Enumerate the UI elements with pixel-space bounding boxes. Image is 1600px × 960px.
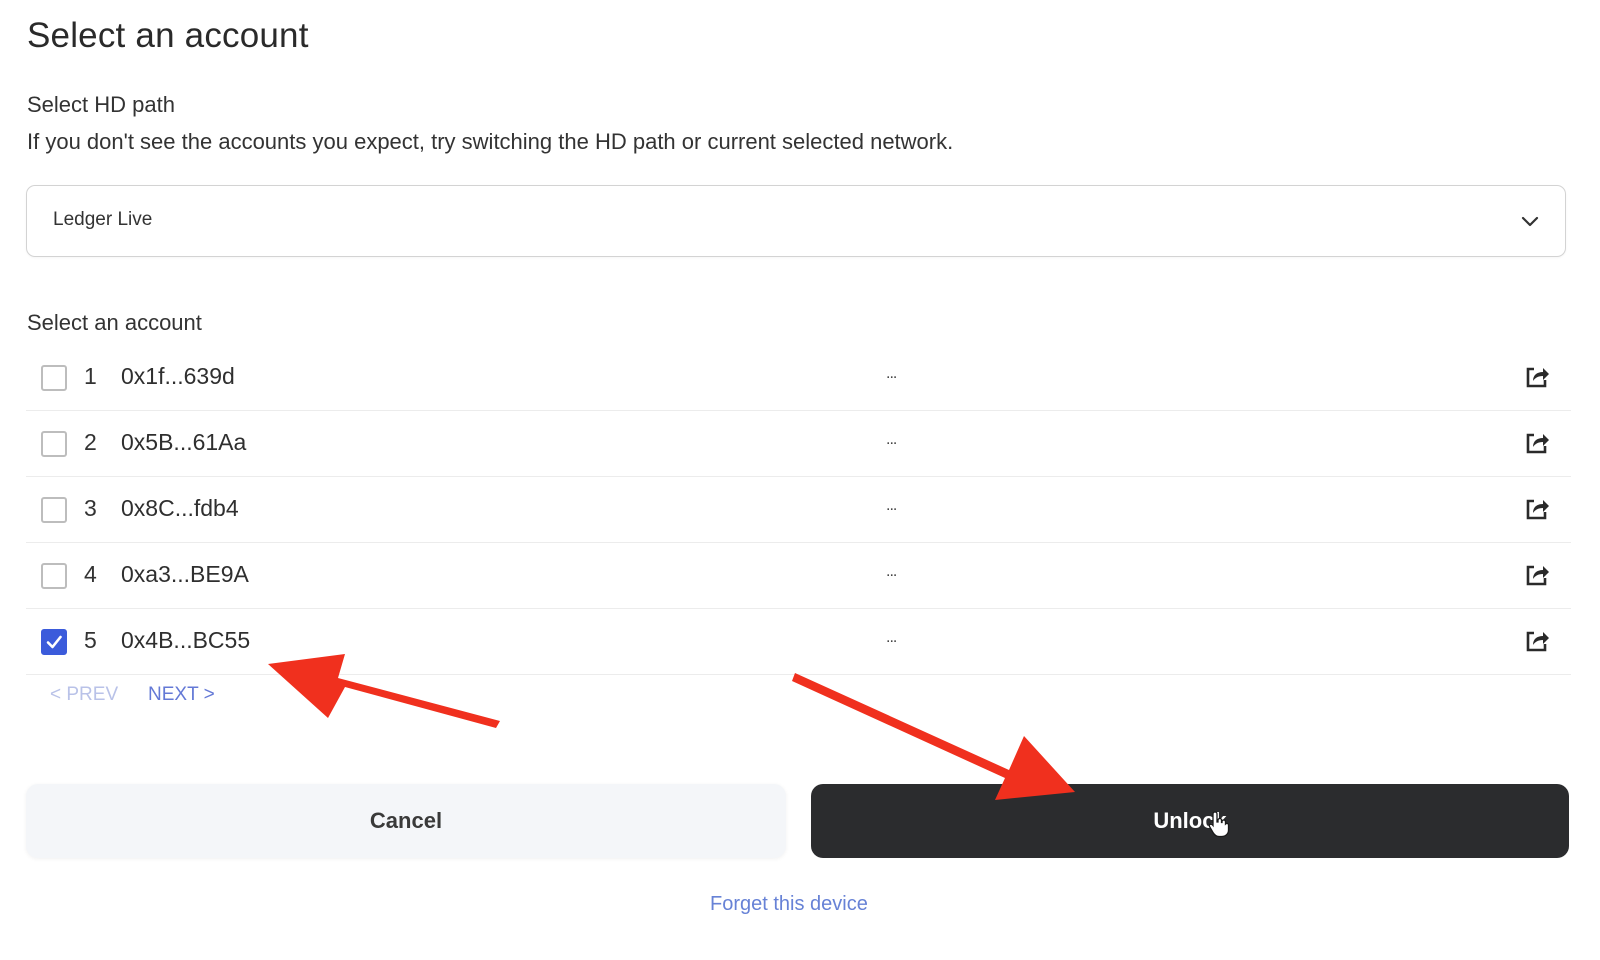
- account-checkbox-3[interactable]: [41, 497, 67, 523]
- account-checkbox-1[interactable]: [41, 365, 67, 391]
- check-icon: [46, 635, 62, 649]
- unlock-button[interactable]: Unlock: [811, 784, 1569, 858]
- external-link-icon[interactable]: [1523, 495, 1551, 523]
- account-balance: ...: [886, 365, 897, 382]
- hd-path-help-text: If you don't see the accounts you expect…: [27, 129, 954, 154]
- account-row-3[interactable]: 3 0x8C...fdb4 ...: [26, 477, 1571, 543]
- account-checkbox-2[interactable]: [41, 431, 67, 457]
- hd-path-selected-value: Ledger Live: [53, 209, 153, 230]
- external-link-icon[interactable]: [1523, 561, 1551, 589]
- prev-page-button[interactable]: < PREV: [50, 684, 118, 706]
- page-title: Select an account: [27, 16, 309, 55]
- account-checkbox-5[interactable]: [41, 629, 67, 655]
- account-checkbox-4[interactable]: [41, 563, 67, 589]
- hand-cursor-icon: [1208, 811, 1230, 838]
- account-index: 3: [84, 495, 97, 521]
- account-list-label: Select an account: [27, 310, 202, 335]
- forget-device-link[interactable]: Forget this device: [710, 893, 868, 916]
- account-index: 2: [84, 429, 97, 455]
- account-balance: ...: [886, 563, 897, 580]
- account-address: 0xa3...BE9A: [121, 561, 249, 587]
- account-balance: ...: [886, 497, 897, 514]
- cancel-button[interactable]: Cancel: [26, 784, 786, 858]
- account-address: 0x1f...639d: [121, 363, 235, 389]
- external-link-icon[interactable]: [1523, 363, 1551, 391]
- external-link-icon[interactable]: [1523, 429, 1551, 457]
- account-address: 0x4B...BC55: [121, 627, 251, 653]
- account-index: 5: [84, 627, 97, 653]
- chevron-down-icon: [1521, 216, 1539, 227]
- next-page-button[interactable]: NEXT >: [148, 684, 215, 706]
- account-row-1[interactable]: 1 0x1f...639d ...: [26, 345, 1571, 411]
- hd-path-select[interactable]: Ledger Live: [26, 185, 1566, 257]
- account-balance: ...: [886, 431, 897, 448]
- account-index: 4: [84, 561, 97, 587]
- hd-path-label: Select HD path: [27, 92, 175, 117]
- account-address: 0x8C...fdb4: [121, 495, 239, 521]
- account-row-5[interactable]: 5 0x4B...BC55 ...: [26, 609, 1571, 675]
- external-link-icon[interactable]: [1523, 627, 1551, 655]
- account-address: 0x5B...61Aa: [121, 429, 247, 455]
- account-row-2[interactable]: 2 0x5B...61Aa ...: [26, 411, 1571, 477]
- account-balance: ...: [886, 629, 897, 646]
- select-account-dialog: Select an account Select HD path If you …: [0, 0, 1600, 960]
- account-row-4[interactable]: 4 0xa3...BE9A ...: [26, 543, 1571, 609]
- account-index: 1: [84, 363, 97, 389]
- annotation-arrow-right: [792, 673, 1075, 800]
- account-list: 1 0x1f...639d ... 2 0x5B...61Aa ... 3 0x…: [26, 345, 1571, 675]
